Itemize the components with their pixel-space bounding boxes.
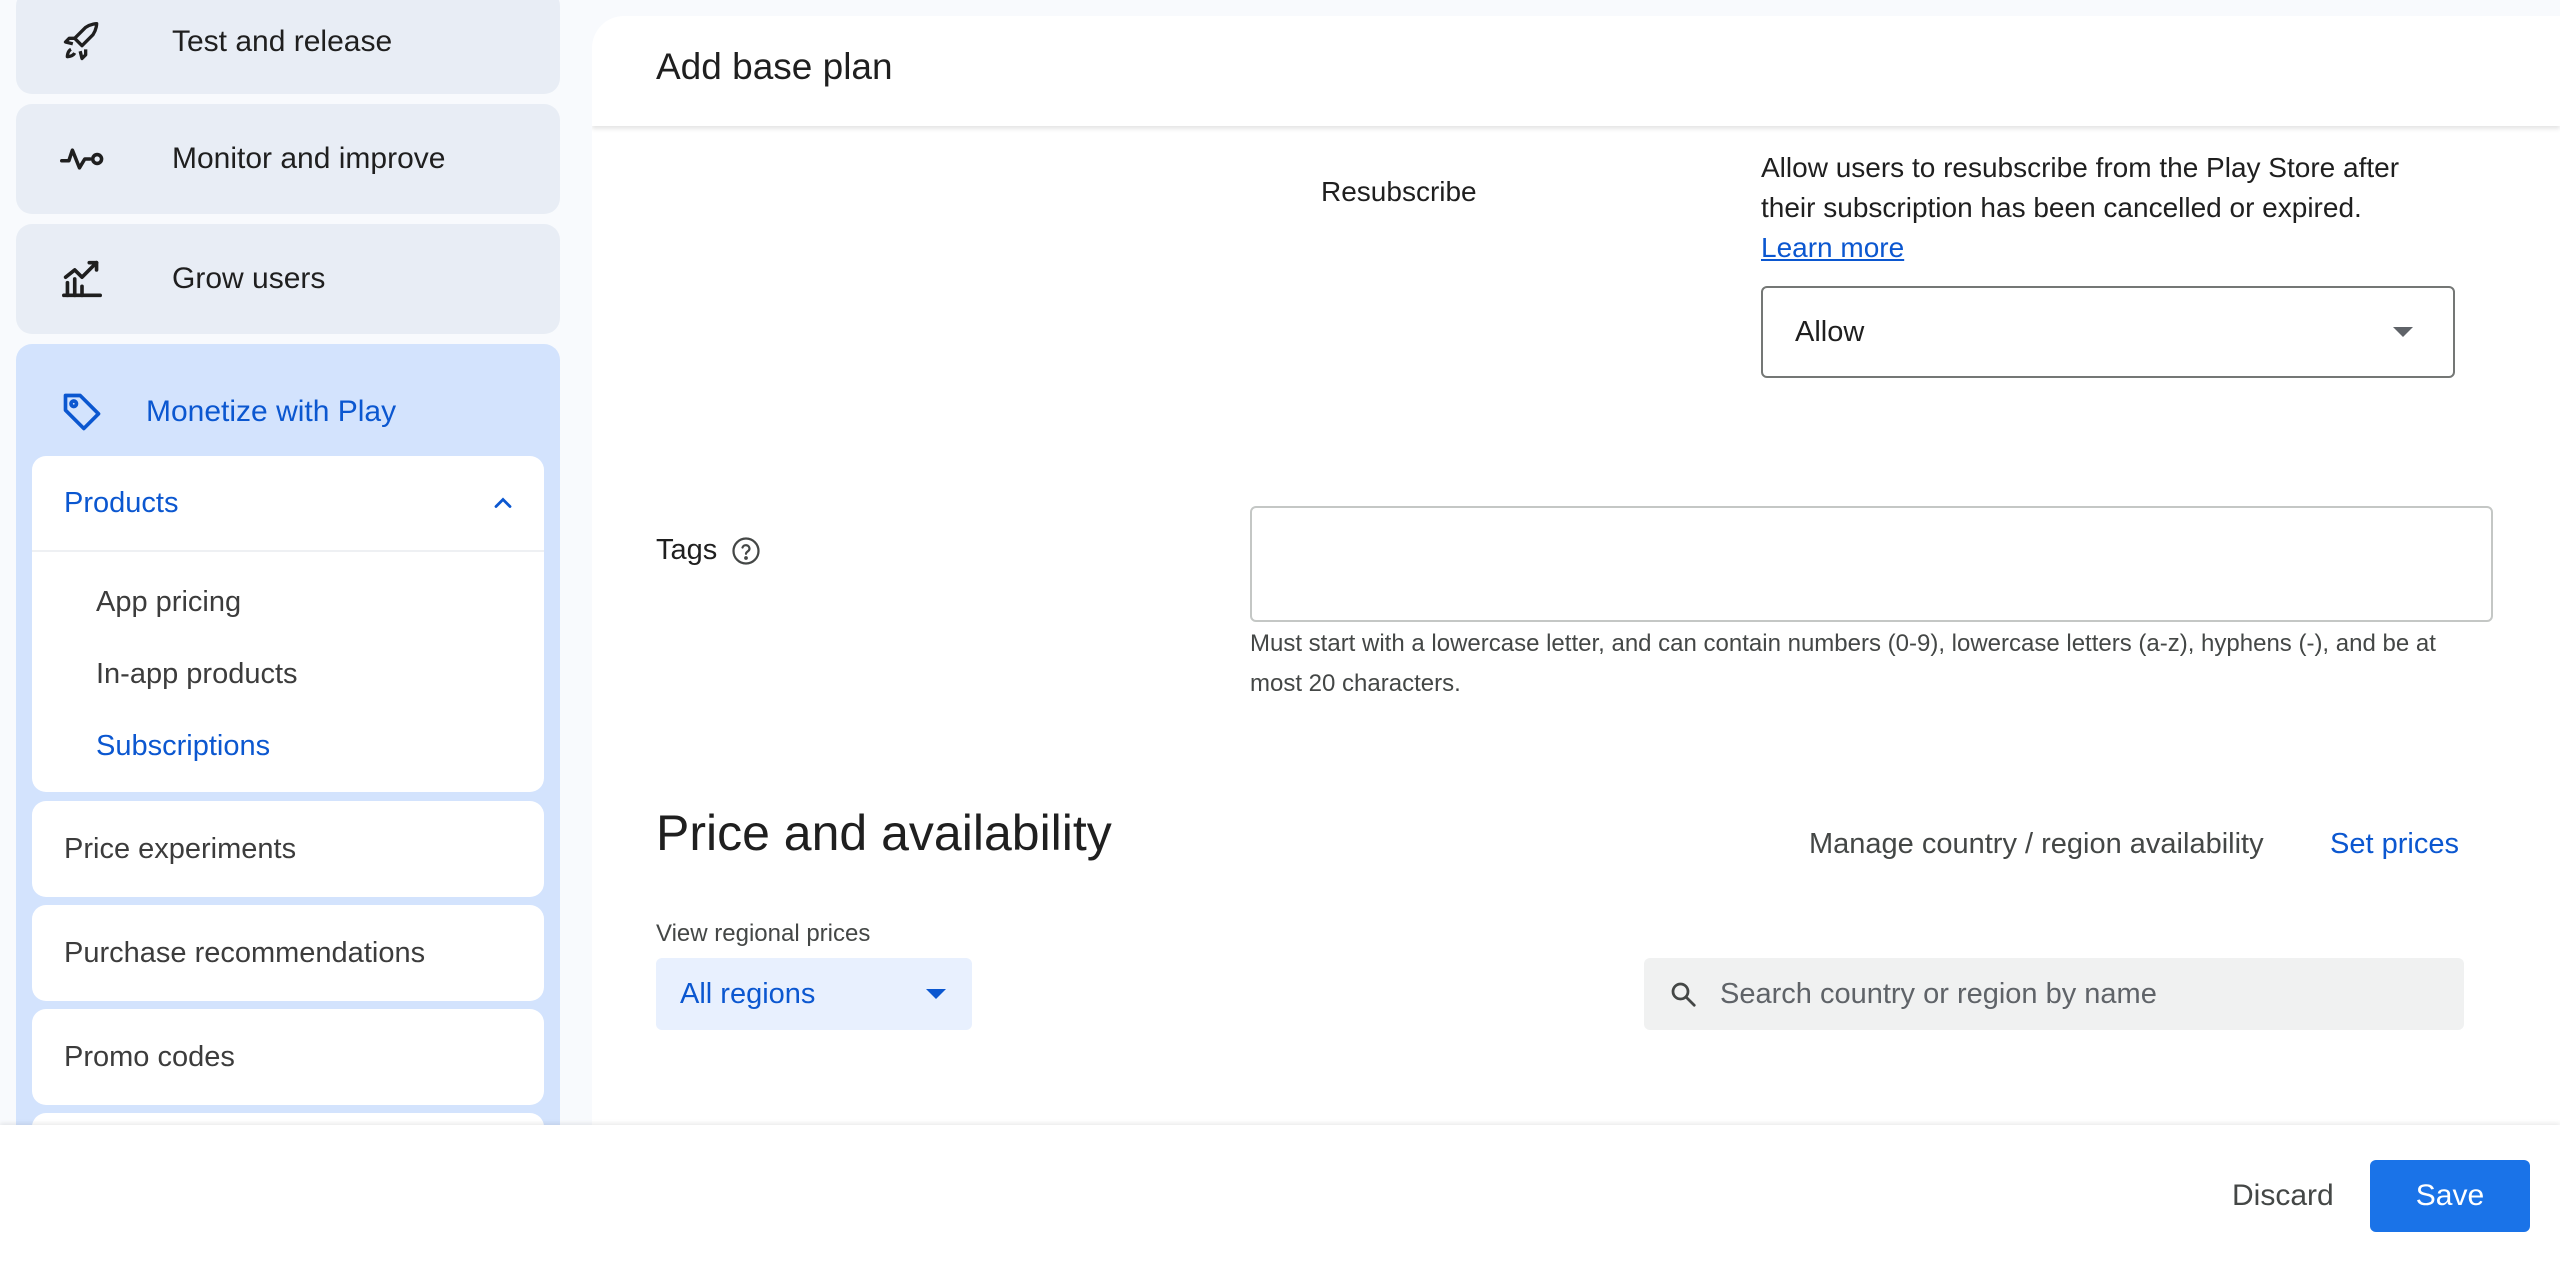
resubscribe-label: Resubscribe [1321,176,1477,207]
resubscribe-description: Allow users to resubscribe from the Play… [1761,148,2461,268]
tags-label-text: Tags [656,534,718,566]
manage-availability-link[interactable]: Manage country / region availability [1809,828,2264,861]
sidebar-item-label: Monetize with Play [146,395,397,428]
sidebar-item-partial[interactable] [32,1113,544,1125]
discard-button[interactable]: Discard [2220,1160,2346,1232]
tags-input[interactable] [1250,506,2493,622]
sidebar-item-label: Test and release [172,25,393,58]
search-placeholder: Search country or region by name [1720,977,2157,1010]
growth-chart-icon [60,255,132,303]
sidebar: Test and release Monitor and improve Gro… [0,0,592,1125]
chevron-up-icon[interactable] [492,496,514,510]
tags-hint: Must start with a lowercase letter, and … [1250,630,2436,697]
sidebar-item-monitor-and-improve[interactable]: Monitor and improve [16,104,560,214]
sidebar-item-purchase-recommendations[interactable]: Purchase recommendations [32,905,544,1001]
tags-label: Tags [656,534,761,567]
dropdown-arrow-icon [926,989,946,999]
resubscribe-select[interactable]: Allow [1761,286,2455,378]
sidebar-item-products[interactable]: Products [32,456,544,552]
sidebar-item-price-experiments[interactable]: Price experiments [32,801,544,897]
help-icon[interactable] [731,536,761,566]
page-header: Add base plan [592,16,2560,126]
tag-icon [60,390,106,434]
sidebar-subitem-subscriptions[interactable]: Subscriptions [32,710,544,782]
regions-selected-value: All regions [680,977,816,1010]
sidebar-item-grow-users[interactable]: Grow users [16,224,560,334]
save-button[interactable]: Save [2370,1160,2530,1232]
search-icon [1668,979,1698,1009]
region-search-input[interactable]: Search country or region by name [1644,958,2464,1030]
page-title: Add base plan [656,46,893,87]
regions-select[interactable]: All regions [656,958,972,1030]
sidebar-item-promo-codes[interactable]: Promo codes [32,1009,544,1105]
resubscribe-selected-value: Allow [1795,315,1865,348]
learn-more-link[interactable]: Learn more [1761,232,1904,263]
products-card: Products App pricing In-app products Sub… [32,456,544,792]
main-panel: Add base plan Resubscribe Allow users to… [592,16,2560,1126]
sidebar-item-monetize-with-play[interactable]: Monetize with Play [60,372,396,452]
vitals-icon [60,135,132,183]
footer-bar: Discard Save [0,1125,2560,1264]
sidebar-subitem-app-pricing[interactable]: App pricing [32,566,544,638]
sidebar-item-label: Products [64,486,179,519]
sidebar-item-test-and-release[interactable]: Test and release [16,0,560,94]
set-prices-link[interactable]: Set prices [2330,828,2459,861]
dropdown-arrow-icon [2393,327,2413,337]
rocket-icon [60,18,132,66]
sidebar-subitem-in-app-products[interactable]: In-app products [32,638,544,710]
resubscribe-description-text: Allow users to resubscribe from the Play… [1761,152,2400,223]
view-regional-prices-label: View regional prices [656,920,871,947]
sidebar-section-monetize: Monetize with Play Products App pricing … [16,344,560,1125]
sidebar-item-label: Monitor and improve [172,142,446,175]
price-and-availability-title: Price and availability [656,805,1112,861]
sidebar-item-label: Grow users [172,262,326,295]
